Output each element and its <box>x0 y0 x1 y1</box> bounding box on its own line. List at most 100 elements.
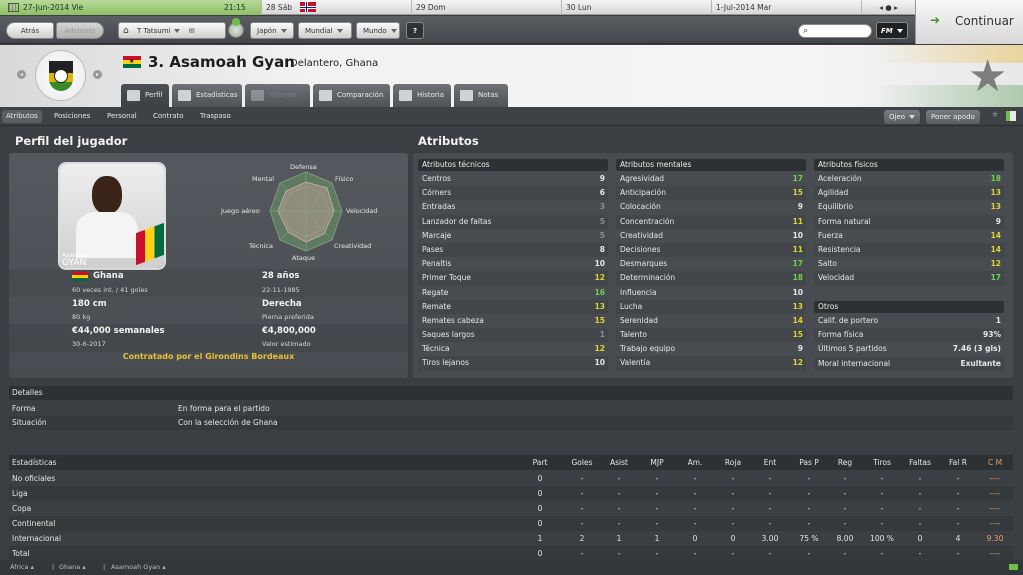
attribute-row[interactable]: Concentración 11 <box>616 214 806 229</box>
attribute-row[interactable]: Anticipación 15 <box>616 186 806 201</box>
scout-button[interactable]: Ojeo <box>884 110 921 124</box>
attribute-row[interactable]: Penaltis 10 <box>418 257 608 271</box>
resize-icon[interactable] <box>1009 564 1018 570</box>
calendar-day[interactable]: 1-Jul-2014 Mar <box>712 0 862 15</box>
subnav-atributos[interactable]: Atributos <box>2 110 42 123</box>
stats-column-header[interactable]: Am. <box>677 455 713 470</box>
tab-estadisticas[interactable]: Estadísticas <box>172 84 242 107</box>
breadcrumb-item[interactable]: África ▴ <box>10 560 34 575</box>
nation-label[interactable]: Ghana <box>93 271 124 281</box>
attribute-row[interactable]: Talento 15 <box>616 328 806 343</box>
attribute-row[interactable]: Equilibrio 13 <box>814 200 1004 214</box>
tab-notas[interactable]: Notas <box>454 84 508 107</box>
attribute-row[interactable]: Determinación 18 <box>616 271 806 286</box>
subnav-personal[interactable]: Personal <box>103 110 141 123</box>
calendar-icon[interactable] <box>8 3 19 12</box>
attribute-row[interactable]: Marcaje 5 <box>418 229 608 243</box>
attribute-row[interactable]: Pases 8 <box>418 242 608 258</box>
attribute-row[interactable]: Resistencia 14 <box>814 242 1004 258</box>
team-crest[interactable] <box>35 50 86 101</box>
attribute-row[interactable]: Forma física 93% <box>814 328 1004 343</box>
attribute-row[interactable]: Influencia 10 <box>616 286 806 300</box>
attribute-row[interactable]: Saques largos 1 <box>418 328 608 343</box>
world-cup-menu[interactable]: Mundial <box>298 22 352 39</box>
previous-player-icon[interactable]: ◂ <box>17 70 26 79</box>
stats-row[interactable]: No oficiales 0- - - - - - - - - - - ---- <box>9 471 1013 486</box>
stats-row[interactable]: Liga 0- - - - - - - - - - - ---- <box>9 486 1013 501</box>
calendar-day[interactable]: 29 Dom <box>412 0 562 15</box>
tab-historia[interactable]: Historia <box>393 84 451 107</box>
attribute-row[interactable]: Agilidad 13 <box>814 186 1004 201</box>
attribute-row[interactable]: Moral internacional Exultante <box>814 356 1004 371</box>
edit-icon[interactable] <box>1006 111 1016 121</box>
subnav-posiciones[interactable]: Posiciones <box>50 110 94 123</box>
attribute-row[interactable]: Lanzador de faltas 5 <box>418 214 608 229</box>
continue-button[interactable]: ➜ Continuar <box>915 0 1023 44</box>
attribute-row[interactable]: Tiros lejanos 10 <box>418 356 608 371</box>
stats-column-header[interactable]: Goles <box>564 455 600 470</box>
stats-row[interactable]: Internacional 1 2 1 1 0 0 3.00 75 % 8.00 100 % 0 4 9.… <box>9 531 1013 546</box>
tab-perfil[interactable]: Perfil <box>121 84 169 107</box>
manager-menu[interactable]: ⌂ T Tatsumi ✉ <box>118 22 226 39</box>
stats-column-header[interactable]: C M <box>977 455 1013 470</box>
stats-column-header[interactable]: MJP <box>639 455 675 470</box>
attribute-row[interactable]: Velocidad 17 <box>814 271 1004 286</box>
home-icon[interactable]: ⌂ <box>123 26 129 36</box>
attribute-row[interactable]: Agresividad 17 <box>616 172 806 186</box>
attribute-row[interactable]: Remate 13 <box>418 299 608 314</box>
attribute-row[interactable]: Lucha 13 <box>616 299 806 314</box>
stats-row[interactable]: Copa 0- - - - - - - - - - - ---- <box>9 501 1013 516</box>
stats-column-header[interactable]: Faltas <box>902 455 938 470</box>
calendar-controls[interactable]: ◂ ● ▸ <box>862 0 915 15</box>
calendar-day[interactable]: 30 Lun <box>562 0 712 15</box>
stats-column-header[interactable]: Part <box>522 455 558 470</box>
attribute-row[interactable]: Entradas 3 <box>418 200 608 214</box>
attribute-row[interactable]: Serenidad 14 <box>616 314 806 328</box>
attribute-row[interactable]: Remates cabeza 15 <box>418 314 608 328</box>
attribute-row[interactable]: Calif. de portero 1 <box>814 314 1004 328</box>
attribute-row[interactable]: Trabajo equipo 9 <box>616 342 806 356</box>
attribute-row[interactable]: Técnica 12 <box>418 342 608 356</box>
attribute-row[interactable]: Regate 16 <box>418 286 608 300</box>
attribute-row[interactable]: Colocación 9 <box>616 200 806 214</box>
star-icon[interactable]: ★ <box>991 110 999 120</box>
calendar-nav-icon[interactable]: ◂ ● ▸ <box>879 3 898 12</box>
tab-informe[interactable]: Informe <box>245 84 310 107</box>
attribute-row[interactable]: Forma natural 9 <box>814 214 1004 229</box>
attribute-row[interactable]: Valentía 12 <box>616 356 806 371</box>
back-button[interactable]: Atrás <box>6 22 54 39</box>
world-menu[interactable]: Mundo <box>356 22 400 39</box>
calendar-day[interactable]: 28 Sáb <box>262 0 412 15</box>
stats-row[interactable]: Continental 0- - - - - - - - - - - ---- <box>9 516 1013 531</box>
attribute-row[interactable]: Desmarques 17 <box>616 257 806 271</box>
attribute-row[interactable]: Fuerza 14 <box>814 229 1004 243</box>
stats-column-header[interactable]: Tiros <box>864 455 900 470</box>
contract-club-label[interactable]: Contratado por el Girondins Bordeaux <box>9 352 408 361</box>
breadcrumb-item[interactable]: Ghana ▴ <box>59 560 86 575</box>
attribute-row[interactable]: Centros 9 <box>418 172 608 186</box>
nickname-button[interactable]: Poner apodo <box>926 110 980 124</box>
forward-button[interactable]: Adelante <box>56 22 104 39</box>
tab-comparacion[interactable]: Comparación <box>313 84 390 107</box>
breadcrumb-item[interactable]: Asamoah Gyan ▴ <box>111 560 166 575</box>
subnav-traspaso[interactable]: Traspaso <box>196 110 235 123</box>
stats-row[interactable]: Total 0- - - - - - - - - - - ---- <box>9 546 1013 561</box>
nation-menu[interactable]: Japón <box>250 22 294 39</box>
stats-column-header[interactable]: Pas P <box>791 455 827 470</box>
calendar-today[interactable]: 27-Jun-2014 Vie 21:15 <box>0 0 262 15</box>
stats-column-header[interactable]: Roja <box>715 455 751 470</box>
subnav-contrato[interactable]: Contrato <box>149 110 188 123</box>
next-player-icon[interactable]: ▸ <box>93 70 102 79</box>
stats-column-header[interactable]: Fal R <box>940 455 976 470</box>
attribute-row[interactable]: Creatividad 10 <box>616 229 806 243</box>
stats-column-header[interactable]: Ent <box>752 455 788 470</box>
fm-menu[interactable]: FM <box>876 22 908 39</box>
search-input[interactable]: ⌕ <box>798 24 872 38</box>
attribute-row[interactable]: Últimos 5 partidos 7.46 (3 gls) <box>814 342 1004 356</box>
mail-icon[interactable]: ✉ <box>189 27 195 35</box>
stats-column-header[interactable]: Asist <box>601 455 637 470</box>
attribute-row[interactable]: Aceleración 18 <box>814 172 1004 186</box>
attribute-row[interactable]: Primer Toque 12 <box>418 271 608 286</box>
help-button[interactable]: ? <box>406 22 424 39</box>
stats-column-header[interactable]: Reg <box>827 455 863 470</box>
